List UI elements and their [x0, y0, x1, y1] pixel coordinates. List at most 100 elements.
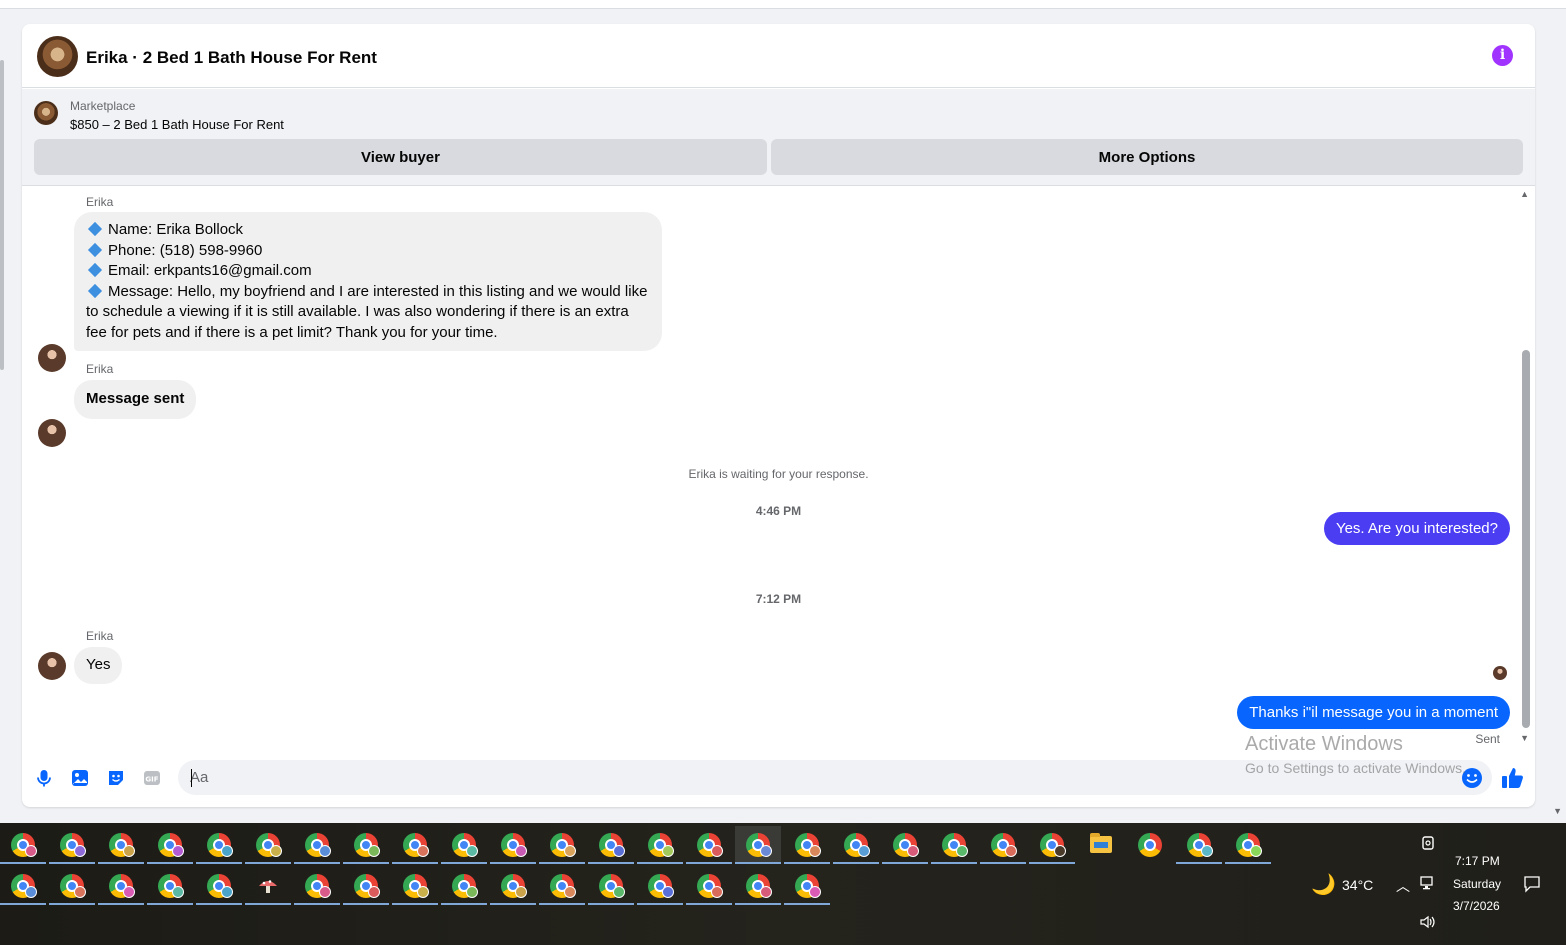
listing-title[interactable]: $850 – 2 Bed 1 Bath House For Rent [70, 117, 284, 132]
message-bubble-yes[interactable]: Yes [74, 647, 123, 684]
gif-icon[interactable]: GIF [142, 768, 162, 788]
moon-weather-icon[interactable]: 🌙 [1311, 872, 1336, 897]
mushroom-app-taskbar-button[interactable] [245, 867, 291, 905]
more-options-button[interactable]: More Options [771, 139, 1523, 175]
chrome-taskbar-button[interactable] [588, 867, 634, 905]
file-explorer-taskbar-button[interactable] [1078, 826, 1124, 864]
folder-icon [1090, 833, 1112, 853]
profile-icon [662, 886, 674, 898]
chrome-taskbar-button[interactable] [49, 867, 95, 905]
chrome-taskbar-button[interactable] [147, 826, 193, 864]
profile-icon [760, 886, 772, 898]
message-input[interactable] [178, 760, 1492, 795]
profile-icon [270, 845, 282, 857]
contact-phone-line: Phone: (518) 598-9960 [108, 241, 263, 259]
chrome-taskbar-button[interactable] [490, 826, 536, 864]
listing-thumbnail[interactable] [34, 101, 58, 125]
volume-icon[interactable] [1419, 914, 1437, 930]
thread-scrollbar-thumb[interactable] [1522, 350, 1530, 728]
sender-name: Erika [86, 195, 114, 209]
chrome-taskbar-button[interactable] [98, 826, 144, 864]
page-scrollbar-thumb[interactable] [0, 60, 4, 370]
chrome-taskbar-button[interactable] [588, 826, 634, 864]
chrome-taskbar-button[interactable] [196, 826, 242, 864]
meet-now-icon[interactable] [1421, 835, 1435, 851]
chrome-taskbar-button[interactable] [980, 826, 1026, 864]
notification-center-icon[interactable] [1523, 875, 1541, 893]
chrome-taskbar-button-active[interactable] [735, 826, 781, 864]
marketplace-listing-banner: Marketplace $850 – 2 Bed 1 Bath House Fo… [22, 89, 1535, 186]
chrome-taskbar-button[interactable] [1029, 826, 1075, 864]
thread-scroll-up-arrow[interactable]: ▲ [1520, 189, 1529, 199]
chrome-taskbar-button[interactable] [637, 867, 683, 905]
chrome-taskbar-button[interactable] [196, 867, 242, 905]
profile-icon [319, 886, 331, 898]
weather-temperature[interactable]: 34°C [1342, 877, 1373, 893]
microphone-icon[interactable] [34, 768, 54, 788]
chrome-taskbar-button[interactable] [833, 826, 879, 864]
chrome-taskbar-button[interactable] [637, 826, 683, 864]
chrome-taskbar-button[interactable] [392, 867, 438, 905]
thread-scroll-down-arrow[interactable]: ▼ [1520, 733, 1529, 743]
photo-icon[interactable] [70, 768, 90, 788]
chrome-taskbar-button[interactable] [735, 867, 781, 905]
contact-avatar[interactable] [38, 419, 66, 447]
chrome-taskbar-button[interactable] [294, 826, 340, 864]
page-scroll-down-arrow[interactable]: ▼ [1553, 806, 1562, 816]
profile-icon [74, 886, 86, 898]
chrome-taskbar-button[interactable] [441, 826, 487, 864]
thumbs-up-icon[interactable] [1499, 765, 1525, 791]
outgoing-message-bubble[interactable]: Thanks i"il message you in a moment [1237, 696, 1510, 729]
chat-window: Erika · 2 Bed 1 Bath House For Rent i Ma… [22, 24, 1535, 807]
chrome-taskbar-button[interactable] [441, 867, 487, 905]
chrome-taskbar-button[interactable] [490, 867, 536, 905]
profile-icon [368, 886, 380, 898]
windows-taskbar: 🌙 34°C ︿ 7:17 PM Saturday 3/7/2026 [0, 823, 1566, 945]
message-thread[interactable]: ▲ ▼ Erika Name: Erika Bollock Phone: (51… [22, 187, 1535, 755]
chrome-taskbar-button[interactable] [245, 826, 291, 864]
chrome-taskbar-button[interactable] [0, 826, 46, 864]
profile-icon [858, 845, 870, 857]
profile-icon [221, 886, 233, 898]
chrome-taskbar-button[interactable] [98, 867, 144, 905]
clock-date[interactable]: 3/7/2026 [1453, 899, 1500, 913]
message-bubble-contact-details[interactable]: Name: Erika Bollock Phone: (518) 598-996… [74, 212, 662, 351]
chrome-taskbar-button[interactable] [784, 826, 830, 864]
network-icon[interactable] [1419, 875, 1437, 891]
clock-day[interactable]: Saturday [1453, 877, 1501, 891]
chrome-taskbar-button[interactable] [1127, 826, 1173, 864]
chrome-taskbar-button[interactable] [686, 826, 732, 864]
chrome-taskbar-button[interactable] [539, 867, 585, 905]
chat-title[interactable]: Erika · 2 Bed 1 Bath House For Rent [86, 48, 377, 68]
chrome-taskbar-button[interactable] [686, 867, 732, 905]
chrome-taskbar-button[interactable] [931, 826, 977, 864]
profile-icon [74, 845, 86, 857]
message-timestamp: 7:12 PM [755, 592, 802, 606]
contact-avatar[interactable] [38, 652, 66, 680]
chat-header: Erika · 2 Bed 1 Bath House For Rent i [22, 24, 1535, 88]
contact-avatar[interactable] [38, 344, 66, 372]
view-buyer-button[interactable]: View buyer [34, 139, 767, 175]
chrome-taskbar-button[interactable] [539, 826, 585, 864]
listing-avatar[interactable] [37, 36, 78, 77]
emoji-icon[interactable] [1461, 767, 1483, 789]
chrome-taskbar-button[interactable] [343, 867, 389, 905]
chrome-taskbar-button[interactable] [1176, 826, 1222, 864]
profile-icon [907, 845, 919, 857]
chrome-taskbar-button[interactable] [1225, 826, 1271, 864]
chrome-taskbar-button[interactable] [294, 867, 340, 905]
chrome-taskbar-button[interactable] [0, 867, 46, 905]
chrome-taskbar-button[interactable] [392, 826, 438, 864]
profile-icon [1005, 845, 1017, 857]
message-bubble-message-sent[interactable]: Message sent [74, 380, 197, 419]
sticker-icon[interactable] [106, 768, 126, 788]
chrome-taskbar-button[interactable] [882, 826, 928, 864]
chrome-taskbar-button[interactable] [147, 867, 193, 905]
outgoing-message-bubble[interactable]: Yes. Are you interested? [1323, 512, 1510, 545]
info-icon[interactable]: i [1492, 45, 1513, 66]
chevron-up-icon[interactable]: ︿ [1396, 876, 1410, 896]
chrome-taskbar-button[interactable] [784, 867, 830, 905]
clock-time[interactable]: 7:17 PM [1455, 854, 1500, 868]
chrome-taskbar-button[interactable] [49, 826, 95, 864]
chrome-taskbar-button[interactable] [343, 826, 389, 864]
